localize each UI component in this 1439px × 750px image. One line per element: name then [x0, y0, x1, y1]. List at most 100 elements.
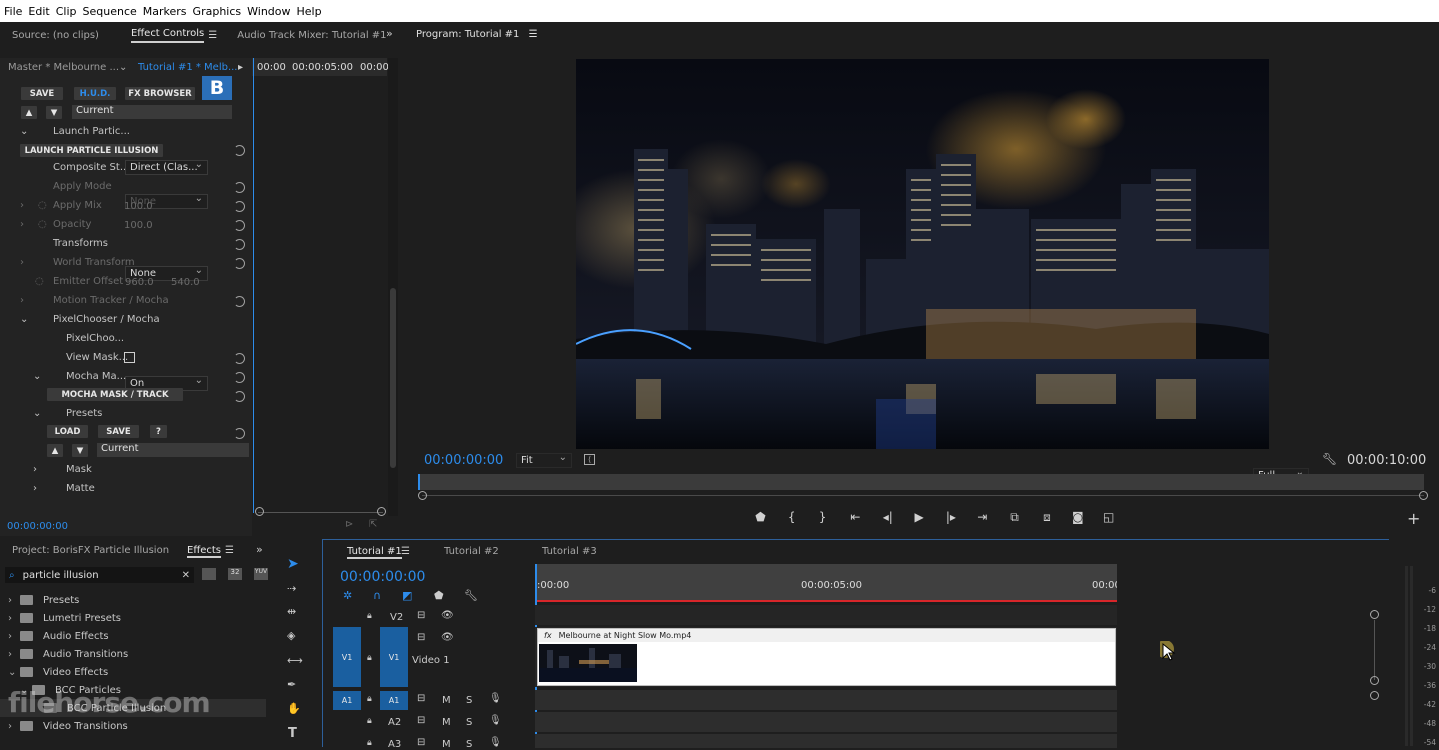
playhead-line[interactable] [253, 58, 254, 513]
wrench-icon[interactable]: 🔧︎ [1322, 452, 1337, 466]
stopwatch-icon[interactable]: ◌ [38, 219, 53, 230]
step-back-icon[interactable]: ◂| [872, 510, 903, 526]
solo-button[interactable]: S [466, 695, 472, 706]
stopwatch-icon[interactable]: ◌ [35, 276, 53, 287]
play-triangle-icon[interactable]: ▸ [238, 62, 243, 73]
go-to-out-icon[interactable]: ⇥ [967, 510, 998, 526]
reset-icon[interactable] [234, 182, 245, 193]
opacity-value[interactable]: 100.0 [124, 220, 153, 231]
help-button[interactable]: ? [150, 425, 167, 438]
mocha-mask-track-button[interactable]: MOCHA MASK / TRACK [47, 388, 183, 401]
load-button[interactable]: LOAD [47, 425, 88, 438]
sync-lock-icon[interactable]: ⊟ [417, 632, 425, 643]
program-playhead[interactable] [418, 474, 420, 490]
preset-down-button-2[interactable]: ▼ [72, 444, 88, 457]
type-tool-icon[interactable]: T [288, 726, 297, 741]
search-input[interactable]: particle illusion [23, 570, 99, 581]
preset-current-field[interactable]: Current [72, 105, 232, 119]
chevron-down-icon[interactable]: ⌄ [8, 667, 16, 678]
snap-magnet-icon[interactable]: ∩ [373, 589, 381, 602]
add-button-icon[interactable]: + [1407, 509, 1420, 528]
mark-in-icon[interactable]: { [777, 510, 807, 526]
selection-tool-icon[interactable]: ➤ [287, 556, 299, 572]
sync-lock-icon[interactable]: ⊟ [417, 715, 425, 726]
track-v1-target[interactable]: V1 [380, 627, 408, 687]
lock-icon[interactable]: 🔒︎ [367, 694, 372, 704]
scroll-handle[interactable] [1370, 676, 1379, 685]
video-frame[interactable] [576, 59, 1269, 449]
emitter-y-value[interactable]: 540.0 [171, 277, 200, 288]
menu-help[interactable]: Help [297, 5, 322, 18]
zoom-handle[interactable] [255, 507, 264, 516]
overwrite-icon[interactable]: ⧈ [1032, 510, 1063, 526]
tab-project[interactable]: Project: BorisFX Particle Illusion [12, 545, 169, 556]
menu-clip[interactable]: Clip [56, 5, 77, 18]
tab-source[interactable]: Source: (no clips) [12, 30, 99, 41]
reset-icon[interactable] [234, 428, 245, 439]
panel-menu-icon[interactable]: ☰ [529, 29, 538, 40]
timeline-timecode[interactable]: 00:00:00:00 [340, 569, 425, 585]
lock-icon[interactable]: 🔒︎ [367, 716, 372, 726]
zoom-bar[interactable] [422, 495, 1424, 496]
sync-lock-icon[interactable]: ⊟ [417, 693, 425, 704]
chevron-down-icon[interactable]: ⌄ [20, 126, 40, 137]
chevron-right-icon[interactable]: › [20, 219, 38, 230]
track-v2-lane[interactable] [535, 605, 1117, 625]
menu-window[interactable]: Window [247, 5, 290, 18]
zoom-handle[interactable] [377, 507, 386, 516]
solo-button[interactable]: S [466, 717, 472, 728]
apply-mix-value[interactable]: 100.0 [124, 201, 153, 212]
tab-menu-icon[interactable]: ☰ [208, 30, 217, 41]
source-v1-patch[interactable]: V1 [333, 627, 361, 687]
mute-button[interactable]: M [442, 695, 451, 706]
compare-icon[interactable]: ◱ [1093, 510, 1124, 526]
emitter-x-value[interactable]: 960.0 [125, 277, 154, 288]
launch-particle-illusion-button[interactable]: LAUNCH PARTICLE ILLUSION [20, 144, 163, 157]
program-scrubber[interactable] [418, 474, 1424, 490]
slip-icon[interactable]: ⟷ [287, 654, 303, 667]
composite-dropdown[interactable]: Direct (Clas... [125, 159, 208, 175]
add-marker-icon[interactable]: ⬟ [744, 510, 777, 526]
sequence-clip-label[interactable]: Tutorial #1 * Melb... [138, 62, 237, 73]
mark-out-icon[interactable]: } [807, 510, 839, 526]
source-a1-patch[interactable]: A1 [333, 691, 361, 710]
effects-tree-item[interactable]: › Presets [0, 591, 266, 609]
wrench-icon[interactable]: 🔧︎ [464, 589, 478, 602]
panel-menu-icon[interactable]: ☰ [225, 545, 234, 556]
step-forward-icon[interactable]: |▸ [935, 510, 967, 526]
preset-current-field-2[interactable]: Current [97, 443, 249, 457]
tab-effects[interactable]: Effects [187, 545, 221, 558]
razor-icon[interactable]: ◈ [287, 629, 295, 642]
preset-down-button[interactable]: ▼ [46, 106, 62, 119]
fit-dropdown[interactable]: Fit [516, 452, 572, 468]
pen-icon[interactable]: ✒ [287, 678, 296, 691]
export-icon[interactable]: ⇱ [369, 519, 377, 530]
insert-icon[interactable]: ⧉ [998, 510, 1032, 526]
linked-selection-icon[interactable]: ◩ [402, 589, 412, 602]
menu-file[interactable]: File [4, 5, 22, 18]
reset-icon[interactable] [234, 258, 245, 269]
reset-icon[interactable] [234, 220, 245, 231]
view-mask-checkbox[interactable] [124, 352, 135, 363]
zoom-handle[interactable] [418, 491, 427, 500]
add-marker-icon[interactable]: ⬟ [434, 589, 444, 602]
tab-tutorial-2[interactable]: Tutorial #2 [444, 546, 499, 557]
panel-menu-icon[interactable]: ☰ [401, 546, 410, 557]
tab-audio-mixer[interactable]: Audio Track Mixer: Tutorial #1 [237, 30, 386, 41]
fx-browser-button[interactable]: FX BROWSER [125, 87, 195, 100]
accelerated-effects-icon[interactable] [202, 568, 216, 580]
track-select-icon[interactable]: ⇢ [287, 582, 296, 595]
zoom-handle[interactable] [1419, 491, 1428, 500]
lock-icon[interactable]: 🔒︎ [367, 611, 372, 621]
chevron-right-icon[interactable]: › [8, 721, 12, 732]
save-button[interactable]: SAVE [21, 87, 63, 100]
menu-graphics[interactable]: Graphics [193, 5, 242, 18]
panel-overflow-icon[interactable]: » [256, 543, 263, 556]
chevron-right-icon[interactable]: › [20, 257, 53, 268]
menu-edit[interactable]: Edit [28, 5, 49, 18]
tab-tutorial-3[interactable]: Tutorial #3 [542, 546, 597, 557]
scroll-handle[interactable] [1370, 691, 1379, 700]
chevron-right-icon[interactable]: › [8, 613, 12, 624]
reset-icon[interactable] [234, 145, 245, 156]
sync-lock-icon[interactable]: ⊟ [417, 737, 425, 748]
